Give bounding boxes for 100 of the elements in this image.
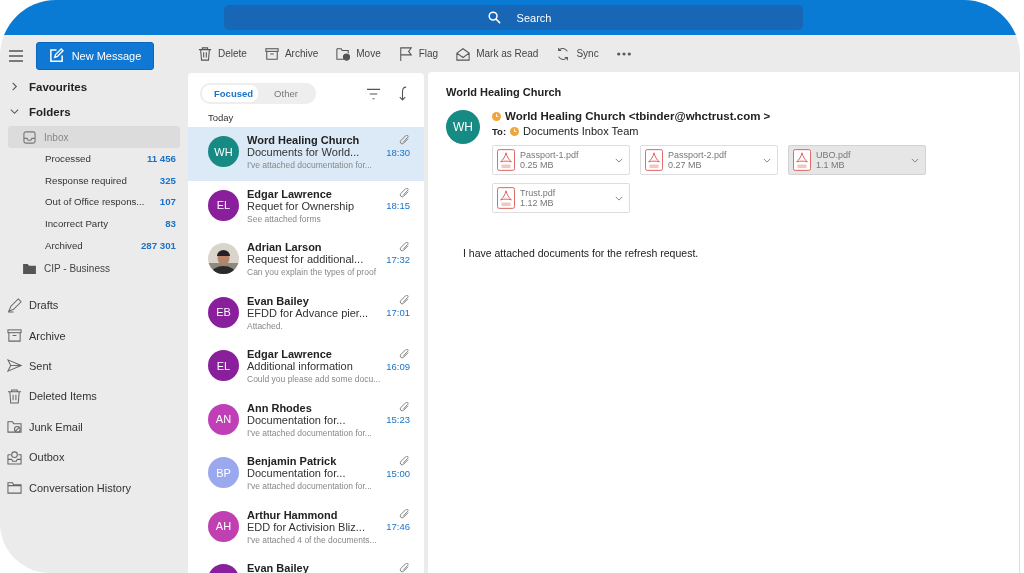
sender-name: Arthur Hammond [247, 508, 338, 521]
pdf-file-icon [793, 149, 811, 171]
folder-item[interactable]: Conversation History [0, 472, 188, 503]
sender-address: World Healing Church <tbinder@whctrust.com > [505, 110, 771, 122]
tab[interactable]: Focused [202, 85, 258, 102]
folder-icon [7, 480, 22, 495]
folder-item[interactable]: CIP - Business [8, 257, 180, 280]
toolbar-button[interactable]: Move [328, 42, 389, 65]
message-preview: I've attached documentation for... [247, 427, 373, 438]
file-size: 1.1 MB [816, 160, 846, 171]
folder-icon [23, 263, 36, 275]
toolbar-button[interactable]: Sync [548, 42, 607, 65]
search-field[interactable]: Search [223, 5, 803, 30]
chevron-down-icon[interactable] [911, 157, 919, 163]
file-size: 0.25 MB [520, 160, 555, 171]
subfolder-item[interactable]: Incorrect Party 83 [0, 212, 188, 235]
toolbar-button[interactable]: Flag [390, 42, 447, 65]
archive-icon [7, 328, 22, 344]
message-preview: Attached. [247, 320, 284, 331]
message-item[interactable]: EL Edgar Lawrence Additional information 16:09 Could you please add some docu... [188, 341, 424, 395]
tab[interactable]: Other [258, 85, 314, 102]
chevron-down-icon[interactable] [615, 195, 623, 201]
avatar: BP [208, 457, 239, 488]
subfolder-item[interactable]: Response required 325 [0, 169, 188, 192]
avatar: AH [208, 510, 239, 542]
message-time: 15:23 [386, 414, 410, 425]
subfolder-item[interactable]: Out of Office respons... 107 [0, 191, 188, 213]
attachment-card[interactable]: Passport-1.pdf 0.25 MB [492, 145, 630, 175]
chevron-down-icon[interactable] [763, 157, 771, 163]
filter-icon[interactable] [366, 87, 381, 100]
subfolder-item[interactable]: Archived 287 301 [0, 234, 188, 256]
message-subject: EDD for Activision Bliz... [247, 520, 365, 533]
message-time: 17:32 [386, 253, 410, 265]
attachment-card[interactable]: Trust.pdf 1.12 MB [492, 183, 630, 213]
file-name: Passport-2.pdf [668, 149, 728, 160]
unread-count: 107 [159, 196, 176, 208]
toolbar-button[interactable]: Delete [190, 42, 255, 65]
junk-icon [7, 419, 22, 435]
avatar: EL [208, 189, 239, 221]
folder-item[interactable]: Deleted Items [0, 381, 188, 412]
folder-item[interactable]: Drafts [0, 289, 188, 321]
subfolder-item[interactable]: Processed 11 456 [0, 148, 188, 170]
message-time: 16:09 [386, 360, 410, 372]
chevron-right-icon [10, 82, 19, 91]
file-size: 0.27 MB [668, 160, 703, 171]
sync-icon [556, 46, 571, 61]
message-subject: Documentation for... [247, 467, 346, 479]
message-item[interactable]: WH Word Healing Church Documents for World... 18:30 I've attached documentation for... [188, 127, 424, 181]
folder-item[interactable]: Archive [0, 320, 188, 351]
file-name: UBO.pdf [816, 149, 852, 160]
message-subject: Documentation for... [247, 413, 346, 426]
toolbar-button[interactable]: Mark as Read [448, 42, 547, 65]
file-name: Passport-1.pdf [520, 149, 580, 160]
message-subject: Requet for Ownership [247, 199, 354, 212]
message-item[interactable]: EL Edgar Lawrence Requet for Ownership 18:15 See attached forms [188, 180, 424, 234]
new-message-button[interactable]: New Message [36, 41, 154, 70]
folder-section[interactable]: Folders [0, 99, 188, 124]
sender-name: Ann Rhodes [247, 401, 312, 414]
message-subject: EFDD for Advance pier... [247, 306, 369, 319]
chevron-down-icon[interactable] [615, 157, 623, 163]
message-item[interactable]: BP Benjamin Patrick Documentation for... 15:00 I've attached documentation for... [188, 448, 424, 502]
outbox-icon [7, 449, 22, 465]
folder-section[interactable]: Favourites [0, 74, 188, 99]
attachment-card[interactable]: UBO.pdf 1.1 MB [788, 145, 926, 175]
message-item[interactable]: AN Ann Rhodes Documentation for... 15:23 I've attached documentation for... [188, 394, 424, 448]
message-subject: Request for additional... [247, 253, 364, 265]
drafts-icon [7, 297, 22, 313]
folder-item[interactable]: Outbox [0, 441, 188, 473]
attachment-card[interactable]: Passport-2.pdf 0.27 MB [640, 145, 778, 175]
pdf-file-icon [645, 149, 663, 171]
sender-name: Edgar Lawrence [247, 348, 332, 360]
message-item[interactable]: AH Arthur Hammond EDD for Activision Bliz... 17:46 I've attached 4 of the documents... [188, 501, 424, 555]
message-preview: See attached forms [247, 213, 322, 224]
compose-icon [48, 48, 64, 63]
unread-count: 11 456 [146, 153, 176, 165]
search-icon [487, 11, 501, 24]
read-icon [456, 46, 471, 61]
folder-item[interactable]: Sent [0, 350, 188, 382]
toolbar-button[interactable]: Archive [256, 42, 327, 65]
chevron-down-icon [10, 107, 19, 116]
menu-icon[interactable] [9, 49, 23, 62]
to-label: To: [492, 125, 507, 137]
sent-icon [7, 358, 22, 374]
message-subject: Additional information [247, 360, 353, 372]
avatar: EB [208, 296, 239, 328]
message-subject: Documents for World... [247, 146, 360, 158]
avatar: EL [208, 350, 239, 381]
message-item[interactable]: Adrian Larson Request for additional... 17:32 Can you explain the types of proof [188, 234, 424, 288]
folder-item[interactable]: Junk Email [0, 411, 188, 442]
avatar: AN [208, 403, 239, 435]
message-time: 17:01 [386, 307, 410, 318]
status-icon [492, 111, 501, 121]
message-item[interactable]: EB Evan Bailey EFDD for Advance pier... 17:01 Attached. [188, 287, 424, 341]
message-title: World Healing Church [446, 86, 563, 98]
message-body: I have attached documents for the refresh request. [463, 247, 700, 259]
file-size: 1.12 MB [520, 198, 555, 209]
sender-name: Word Healing Church [247, 134, 360, 146]
sort-icon[interactable] [397, 86, 408, 101]
status-icon [510, 126, 520, 136]
message-preview: I've attached documentation for... [247, 481, 373, 491]
